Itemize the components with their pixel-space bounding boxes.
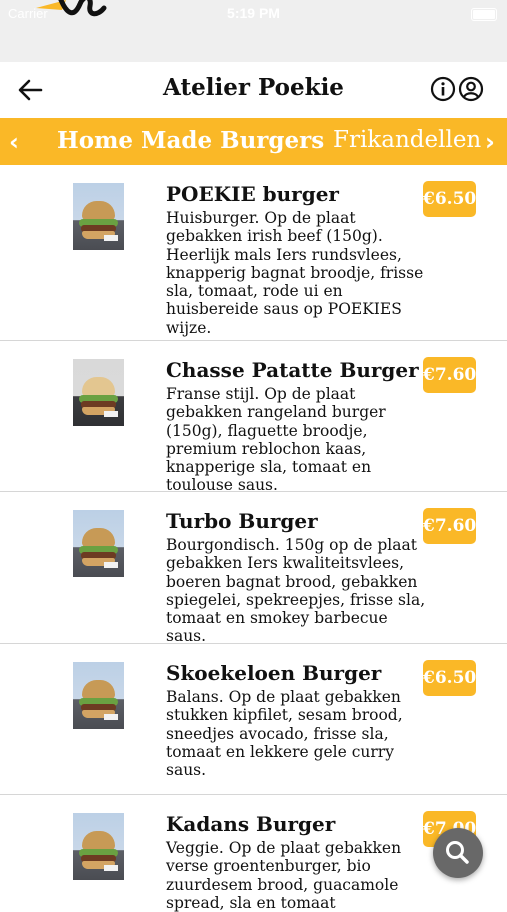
- list-item[interactable]: Kadans Burger Veggie. Op de plaat gebakk…: [0, 795, 507, 912]
- chevron-left-icon[interactable]: ‹: [9, 128, 19, 156]
- product-image: [73, 813, 124, 880]
- product-name: Skoekeloen Burger: [166, 661, 382, 685]
- product-image: [73, 662, 124, 729]
- category-bar: ‹ Home Made Burgers Frikandellen ›: [0, 118, 507, 165]
- product-name: Chasse Patatte Burger: [166, 358, 419, 382]
- product-description: Bourgondisch. 150g op de plaat gebakken …: [166, 536, 426, 646]
- clock: 5:19 PM: [227, 5, 280, 21]
- status-bar: Carrier 5:19 PM: [0, 0, 507, 62]
- price-button[interactable]: €6.50: [423, 181, 476, 217]
- product-list: POEKIE burger Huisburger. Op de plaat ge…: [0, 165, 507, 912]
- price-button[interactable]: €7.60: [423, 357, 476, 393]
- chevron-right-icon[interactable]: ›: [485, 128, 495, 156]
- search-icon: [446, 841, 469, 864]
- info-icon[interactable]: [430, 76, 456, 102]
- app-header: Atelier Poekie: [0, 62, 507, 118]
- search-button[interactable]: [433, 828, 483, 878]
- product-image: [73, 510, 124, 577]
- list-item[interactable]: Turbo Burger Bourgondisch. 150g op de pl…: [0, 492, 507, 646]
- list-item[interactable]: Skoekeloen Burger Balans. Op de plaat ge…: [0, 644, 507, 795]
- product-image: [73, 183, 124, 250]
- product-description: Balans. Op de plaat gebakken stukken kip…: [166, 688, 403, 780]
- product-description: Franse stijl. Op de plaat gebakken range…: [166, 385, 386, 495]
- product-name: Turbo Burger: [166, 509, 318, 533]
- list-item[interactable]: POEKIE burger Huisburger. Op de plaat ge…: [0, 165, 507, 341]
- battery-icon: [471, 8, 497, 21]
- price-button[interactable]: €6.50: [423, 660, 476, 696]
- tab-home-made-burgers[interactable]: Home Made Burgers: [57, 127, 324, 154]
- product-description: Huisburger. Op de plaat gebakken irish b…: [166, 209, 424, 337]
- product-name: Kadans Burger: [166, 812, 336, 836]
- price-button[interactable]: €7.60: [423, 508, 476, 544]
- product-image: [73, 359, 124, 426]
- product-name: POEKIE burger: [166, 182, 339, 206]
- tab-frikandellen[interactable]: Frikandellen: [333, 127, 481, 153]
- product-description: Veggie. Op de plaat gebakken verse groen…: [166, 839, 402, 912]
- user-circle-icon[interactable]: [458, 76, 484, 102]
- list-item[interactable]: Chasse Patatte Burger Franse stijl. Op d…: [0, 341, 507, 495]
